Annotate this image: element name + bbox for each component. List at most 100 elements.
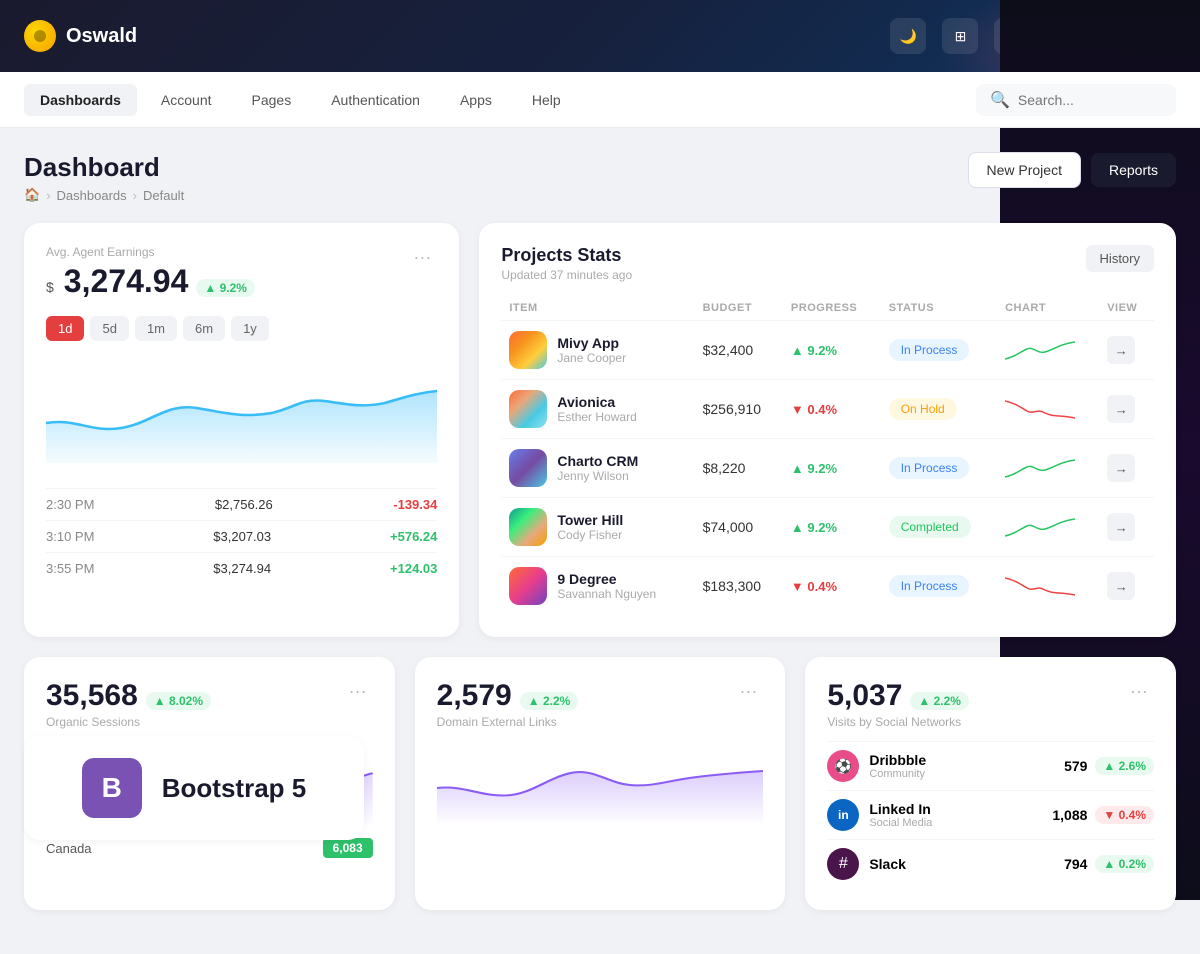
earnings-chart bbox=[46, 363, 437, 463]
earnings-header: Avg. Agent Earnings $ 3,274.94 ▲ 9.2% ··… bbox=[46, 245, 437, 302]
slack-values: 794 ▲ 0.2% bbox=[1064, 855, 1154, 873]
nav-item-apps[interactable]: Apps bbox=[444, 84, 508, 116]
header-actions: New Project Reports bbox=[968, 152, 1177, 188]
table-row: Tower Hill Cody Fisher $74,000 ▲ 9.2% Co… bbox=[501, 498, 1154, 557]
time-btn-6m[interactable]: 6m bbox=[183, 316, 225, 341]
projects-table: ITEM BUDGET PROGRESS STATUS CHART VIEW M… bbox=[501, 296, 1154, 615]
social-value: 5,037 bbox=[827, 679, 902, 713]
organic-value-row: 35,568 ▲ 8.02% bbox=[46, 679, 211, 713]
proj-owner: Jenny Wilson bbox=[557, 469, 638, 483]
domain-more-button[interactable]: ··· bbox=[733, 679, 763, 704]
time-1: 2:30 PM bbox=[46, 497, 94, 512]
proj-progress-cell: ▲ 9.2% bbox=[783, 498, 881, 557]
breadcrumb-dashboards[interactable]: Dashboards bbox=[57, 188, 127, 203]
reports-button[interactable]: Reports bbox=[1091, 153, 1176, 187]
proj-budget-cell: $183,300 bbox=[695, 557, 783, 616]
proj-names: Tower Hill Cody Fisher bbox=[557, 512, 623, 542]
earnings-row-1: 2:30 PM $2,756.26 -139.34 bbox=[46, 488, 437, 520]
search-input[interactable] bbox=[1018, 92, 1162, 108]
dribbble-icon: ⚽ bbox=[827, 750, 859, 782]
proj-chart-cell bbox=[997, 439, 1099, 498]
earnings-more-button[interactable]: ··· bbox=[407, 245, 437, 270]
slack-icon: # bbox=[827, 848, 859, 880]
proj-status-cell: Completed bbox=[881, 498, 997, 557]
projects-title-area: Projects Stats Updated 37 minutes ago bbox=[501, 245, 632, 282]
col-chart: CHART bbox=[997, 296, 1099, 321]
dribbble-values: 579 ▲ 2.6% bbox=[1064, 757, 1154, 775]
search-icon: 🔍 bbox=[990, 90, 1010, 110]
domain-metric: 2,579 ▲ 2.2% Domain External Links bbox=[437, 679, 579, 729]
slack-info: # Slack bbox=[827, 848, 906, 880]
proj-view-cell[interactable]: → bbox=[1099, 498, 1154, 557]
proj-status-cell: In Process bbox=[881, 321, 997, 380]
slack-badge: ▲ 0.2% bbox=[1095, 855, 1154, 873]
new-project-button[interactable]: New Project bbox=[968, 152, 1081, 188]
dribbble-sub: Community bbox=[869, 768, 926, 780]
logo-inner bbox=[34, 30, 46, 42]
proj-view-button[interactable]: → bbox=[1107, 572, 1135, 600]
proj-view-button[interactable]: → bbox=[1107, 454, 1135, 482]
nav-icon-grid[interactable]: ⊞ bbox=[942, 18, 978, 54]
logo-text: Oswald bbox=[66, 25, 137, 48]
proj-item-cell: 9 Degree Savannah Nguyen bbox=[501, 557, 694, 616]
history-button[interactable]: History bbox=[1086, 245, 1154, 272]
time-btn-5d[interactable]: 5d bbox=[90, 316, 128, 341]
earnings-rows: 2:30 PM $2,756.26 -139.34 3:10 PM $3,207… bbox=[46, 488, 437, 584]
nav-item-account[interactable]: Account bbox=[145, 84, 228, 116]
organic-country-label: Canada bbox=[46, 841, 92, 856]
organic-more-button[interactable]: ··· bbox=[343, 679, 373, 704]
currency-symbol: $ bbox=[46, 279, 54, 295]
time-btn-1y[interactable]: 1y bbox=[231, 316, 269, 341]
nav-item-help[interactable]: Help bbox=[516, 84, 577, 116]
nav-icon-moon[interactable]: 🌙 bbox=[890, 18, 926, 54]
earnings-value-row: $ 3,274.94 ▲ 9.2% bbox=[46, 263, 255, 300]
social-item-dribbble: ⚽ Dribbble Community 579 ▲ 2.6% bbox=[827, 741, 1154, 790]
time-2: 3:10 PM bbox=[46, 529, 94, 544]
organic-value: 35,568 bbox=[46, 679, 138, 713]
projects-subtitle: Updated 37 minutes ago bbox=[501, 268, 632, 282]
proj-owner: Esther Howard bbox=[557, 410, 636, 424]
linkedin-icon: in bbox=[827, 799, 859, 831]
breadcrumb: 🏠 › Dashboards › Default bbox=[24, 187, 184, 203]
proj-view-button[interactable]: → bbox=[1107, 395, 1135, 423]
nav-icon-share[interactable]: ⚡ bbox=[994, 18, 1030, 54]
social-label: Visits by Social Networks bbox=[827, 715, 969, 729]
invite-button[interactable]: + Invite bbox=[1098, 20, 1176, 52]
domain-value: 2,579 bbox=[437, 679, 512, 713]
proj-item-cell: Tower Hill Cody Fisher bbox=[501, 498, 694, 557]
linkedin-name: Linked In bbox=[869, 801, 932, 817]
earnings-label: Avg. Agent Earnings bbox=[46, 245, 255, 259]
status-badge: On Hold bbox=[889, 398, 957, 420]
nav-item-authentication[interactable]: Authentication bbox=[315, 84, 436, 116]
proj-icon bbox=[509, 449, 547, 487]
proj-view-button[interactable]: → bbox=[1107, 336, 1135, 364]
linkedin-val: 1,088 bbox=[1052, 807, 1087, 823]
proj-icon bbox=[509, 390, 547, 428]
time-filters: 1d 5d 1m 6m 1y bbox=[46, 316, 437, 341]
time-btn-1m[interactable]: 1m bbox=[135, 316, 177, 341]
proj-view-cell[interactable]: → bbox=[1099, 439, 1154, 498]
proj-icon bbox=[509, 331, 547, 369]
nav-item-pages[interactable]: Pages bbox=[236, 84, 308, 116]
bootstrap-icon: B bbox=[82, 758, 142, 818]
avatar[interactable]: 👤 bbox=[1046, 18, 1082, 54]
status-badge: In Process bbox=[889, 339, 970, 361]
val-2: $3,207.03 bbox=[213, 529, 271, 544]
proj-view-button[interactable]: → bbox=[1107, 513, 1135, 541]
proj-view-cell[interactable]: → bbox=[1099, 321, 1154, 380]
val-1: $2,756.26 bbox=[215, 497, 273, 512]
col-item: ITEM bbox=[501, 296, 694, 321]
proj-view-cell[interactable]: → bbox=[1099, 557, 1154, 616]
social-value-row: 5,037 ▲ 2.2% bbox=[827, 679, 969, 713]
domain-chart bbox=[437, 743, 764, 823]
bootstrap-card: B Bootstrap 5 bbox=[24, 736, 364, 840]
proj-item-cell: Charto CRM Jenny Wilson bbox=[501, 439, 694, 498]
proj-view-cell[interactable]: → bbox=[1099, 380, 1154, 439]
time-btn-1d[interactable]: 1d bbox=[46, 316, 84, 341]
logo-area: Oswald bbox=[24, 20, 137, 52]
nav-item-dashboards[interactable]: Dashboards bbox=[24, 84, 137, 116]
change-3: +124.03 bbox=[390, 561, 437, 576]
linkedin-text: Linked In Social Media bbox=[869, 801, 932, 829]
organic-badge: ▲ 8.02% bbox=[146, 692, 211, 710]
social-more-button[interactable]: ··· bbox=[1124, 679, 1154, 704]
